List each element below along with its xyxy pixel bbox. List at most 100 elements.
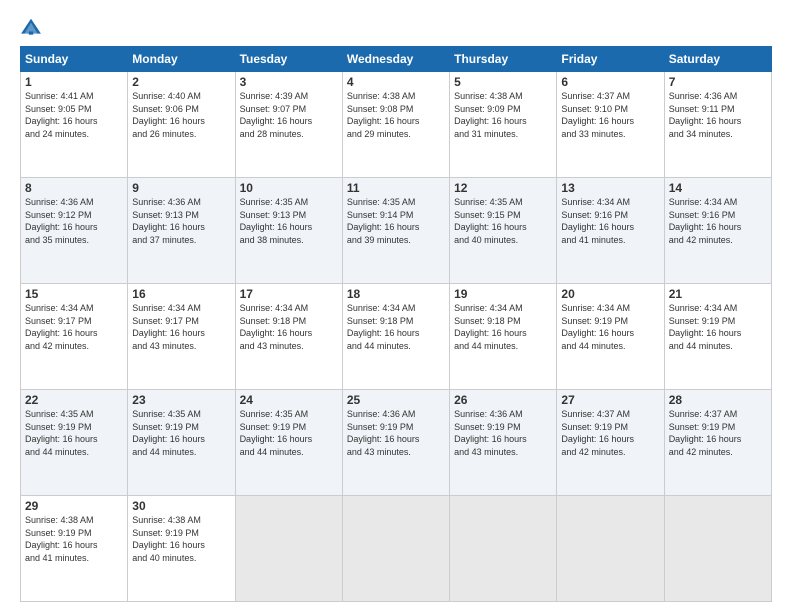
calendar-cell: 14Sunrise: 4:34 AM Sunset: 9:16 PM Dayli… xyxy=(664,178,771,284)
calendar-cell: 20Sunrise: 4:34 AM Sunset: 9:19 PM Dayli… xyxy=(557,284,664,390)
day-number: 22 xyxy=(25,393,123,407)
day-number: 1 xyxy=(25,75,123,89)
day-number: 10 xyxy=(240,181,338,195)
week-row-5: 29Sunrise: 4:38 AM Sunset: 9:19 PM Dayli… xyxy=(21,496,772,602)
day-header-thursday: Thursday xyxy=(450,47,557,72)
day-number: 6 xyxy=(561,75,659,89)
day-number: 13 xyxy=(561,181,659,195)
header xyxy=(20,16,772,38)
day-info: Sunrise: 4:34 AM Sunset: 9:16 PM Dayligh… xyxy=(561,196,659,246)
day-info: Sunrise: 4:34 AM Sunset: 9:18 PM Dayligh… xyxy=(347,302,445,352)
calendar-cell: 5Sunrise: 4:38 AM Sunset: 9:09 PM Daylig… xyxy=(450,72,557,178)
day-number: 20 xyxy=(561,287,659,301)
day-info: Sunrise: 4:35 AM Sunset: 9:19 PM Dayligh… xyxy=(132,408,230,458)
calendar-cell: 11Sunrise: 4:35 AM Sunset: 9:14 PM Dayli… xyxy=(342,178,449,284)
day-number: 15 xyxy=(25,287,123,301)
day-info: Sunrise: 4:34 AM Sunset: 9:17 PM Dayligh… xyxy=(25,302,123,352)
calendar-cell: 8Sunrise: 4:36 AM Sunset: 9:12 PM Daylig… xyxy=(21,178,128,284)
day-number: 27 xyxy=(561,393,659,407)
day-header-wednesday: Wednesday xyxy=(342,47,449,72)
day-number: 5 xyxy=(454,75,552,89)
day-info: Sunrise: 4:37 AM Sunset: 9:19 PM Dayligh… xyxy=(561,408,659,458)
day-number: 21 xyxy=(669,287,767,301)
day-info: Sunrise: 4:35 AM Sunset: 9:19 PM Dayligh… xyxy=(240,408,338,458)
calendar-cell: 25Sunrise: 4:36 AM Sunset: 9:19 PM Dayli… xyxy=(342,390,449,496)
calendar-cell: 4Sunrise: 4:38 AM Sunset: 9:08 PM Daylig… xyxy=(342,72,449,178)
day-info: Sunrise: 4:35 AM Sunset: 9:13 PM Dayligh… xyxy=(240,196,338,246)
calendar-cell xyxy=(342,496,449,602)
week-row-4: 22 Sunrise: 4:35 AM Sunset: 9:19 PM Dayli… xyxy=(21,390,772,496)
day-number: 3 xyxy=(240,75,338,89)
day-number: 25 xyxy=(347,393,445,407)
day-info: Sunrise: 4:38 AM Sunset: 9:19 PM Dayligh… xyxy=(25,514,123,564)
calendar-cell: 1Sunrise: 4:41 AM Sunset: 9:05 PM Daylig… xyxy=(21,72,128,178)
day-number: 18 xyxy=(347,287,445,301)
calendar-cell: 12Sunrise: 4:35 AM Sunset: 9:15 PM Dayli… xyxy=(450,178,557,284)
calendar-cell: 24Sunrise: 4:35 AM Sunset: 9:19 PM Dayli… xyxy=(235,390,342,496)
day-info: Sunrise: 4:36 AM Sunset: 9:12 PM Dayligh… xyxy=(25,196,123,246)
day-info: Sunrise: 4:40 AM Sunset: 9:06 PM Dayligh… xyxy=(132,90,230,140)
day-header-monday: Monday xyxy=(128,47,235,72)
calendar-cell: 10Sunrise: 4:35 AM Sunset: 9:13 PM Dayli… xyxy=(235,178,342,284)
calendar-table: SundayMondayTuesdayWednesdayThursdayFrid… xyxy=(20,46,772,602)
day-header-sunday: Sunday xyxy=(21,47,128,72)
week-row-2: 8Sunrise: 4:36 AM Sunset: 9:12 PM Daylig… xyxy=(21,178,772,284)
day-number: 29 xyxy=(25,499,123,513)
day-number: 7 xyxy=(669,75,767,89)
calendar-cell: 2Sunrise: 4:40 AM Sunset: 9:06 PM Daylig… xyxy=(128,72,235,178)
day-info: Sunrise: 4:35 AM Sunset: 9:14 PM Dayligh… xyxy=(347,196,445,246)
calendar-cell xyxy=(450,496,557,602)
day-header-saturday: Saturday xyxy=(664,47,771,72)
calendar-cell: 13Sunrise: 4:34 AM Sunset: 9:16 PM Dayli… xyxy=(557,178,664,284)
day-info: Sunrise: 4:36 AM Sunset: 9:19 PM Dayligh… xyxy=(347,408,445,458)
day-number: 9 xyxy=(132,181,230,195)
day-info: Sunrise: 4:34 AM Sunset: 9:19 PM Dayligh… xyxy=(561,302,659,352)
day-info: Sunrise: 4:34 AM Sunset: 9:18 PM Dayligh… xyxy=(240,302,338,352)
day-header-friday: Friday xyxy=(557,47,664,72)
week-row-3: 15Sunrise: 4:34 AM Sunset: 9:17 PM Dayli… xyxy=(21,284,772,390)
day-info: Sunrise: 4:36 AM Sunset: 9:19 PM Dayligh… xyxy=(454,408,552,458)
day-number: 30 xyxy=(132,499,230,513)
calendar-cell xyxy=(664,496,771,602)
day-number: 24 xyxy=(240,393,338,407)
calendar-cell: 28Sunrise: 4:37 AM Sunset: 9:19 PM Dayli… xyxy=(664,390,771,496)
calendar-cell: 19Sunrise: 4:34 AM Sunset: 9:18 PM Dayli… xyxy=(450,284,557,390)
day-info: Sunrise: 4:38 AM Sunset: 9:08 PM Dayligh… xyxy=(347,90,445,140)
day-info: Sunrise: 4:38 AM Sunset: 9:19 PM Dayligh… xyxy=(132,514,230,564)
day-number: 11 xyxy=(347,181,445,195)
calendar-cell: 18Sunrise: 4:34 AM Sunset: 9:18 PM Dayli… xyxy=(342,284,449,390)
day-info: Sunrise: 4:34 AM Sunset: 9:17 PM Dayligh… xyxy=(132,302,230,352)
day-number: 19 xyxy=(454,287,552,301)
day-info: Sunrise: 4:34 AM Sunset: 9:18 PM Dayligh… xyxy=(454,302,552,352)
day-number: 12 xyxy=(454,181,552,195)
page: SundayMondayTuesdayWednesdayThursdayFrid… xyxy=(0,0,792,612)
calendar-cell: 22Sunrise: 4:35 AM Sunset: 9:19 PM Dayli… xyxy=(21,390,128,496)
logo-icon xyxy=(20,16,42,38)
calendar-cell: 3Sunrise: 4:39 AM Sunset: 9:07 PM Daylig… xyxy=(235,72,342,178)
day-header-row: SundayMondayTuesdayWednesdayThursdayFrid… xyxy=(21,47,772,72)
day-info: Sunrise: 4:38 AM Sunset: 9:09 PM Dayligh… xyxy=(454,90,552,140)
day-number: 17 xyxy=(240,287,338,301)
day-info: Sunrise: 4:35 AM Sunset: 9:15 PM Dayligh… xyxy=(454,196,552,246)
calendar-cell: 17Sunrise: 4:34 AM Sunset: 9:18 PM Dayli… xyxy=(235,284,342,390)
day-number: 14 xyxy=(669,181,767,195)
calendar-cell: 23Sunrise: 4:35 AM Sunset: 9:19 PM Dayli… xyxy=(128,390,235,496)
day-info: Sunrise: 4:37 AM Sunset: 9:19 PM Dayligh… xyxy=(669,408,767,458)
calendar-cell: 16Sunrise: 4:34 AM Sunset: 9:17 PM Dayli… xyxy=(128,284,235,390)
day-number: 23 xyxy=(132,393,230,407)
calendar-cell: 26Sunrise: 4:36 AM Sunset: 9:19 PM Dayli… xyxy=(450,390,557,496)
day-info: Sunrise: 4:34 AM Sunset: 9:19 PM Dayligh… xyxy=(669,302,767,352)
day-info: Sunrise: 4:41 AM Sunset: 9:05 PM Dayligh… xyxy=(25,90,123,140)
calendar-body: 1Sunrise: 4:41 AM Sunset: 9:05 PM Daylig… xyxy=(21,72,772,602)
calendar-header: SundayMondayTuesdayWednesdayThursdayFrid… xyxy=(21,47,772,72)
day-info: Sunrise: 4:39 AM Sunset: 9:07 PM Dayligh… xyxy=(240,90,338,140)
day-info: Sunrise: 4:36 AM Sunset: 9:13 PM Dayligh… xyxy=(132,196,230,246)
calendar-cell: 6Sunrise: 4:37 AM Sunset: 9:10 PM Daylig… xyxy=(557,72,664,178)
day-number: 4 xyxy=(347,75,445,89)
day-header-tuesday: Tuesday xyxy=(235,47,342,72)
week-row-1: 1Sunrise: 4:41 AM Sunset: 9:05 PM Daylig… xyxy=(21,72,772,178)
day-info: Sunrise: 4:36 AM Sunset: 9:11 PM Dayligh… xyxy=(669,90,767,140)
calendar-cell: 30Sunrise: 4:38 AM Sunset: 9:19 PM Dayli… xyxy=(128,496,235,602)
calendar-cell: 15Sunrise: 4:34 AM Sunset: 9:17 PM Dayli… xyxy=(21,284,128,390)
calendar-cell: 9Sunrise: 4:36 AM Sunset: 9:13 PM Daylig… xyxy=(128,178,235,284)
